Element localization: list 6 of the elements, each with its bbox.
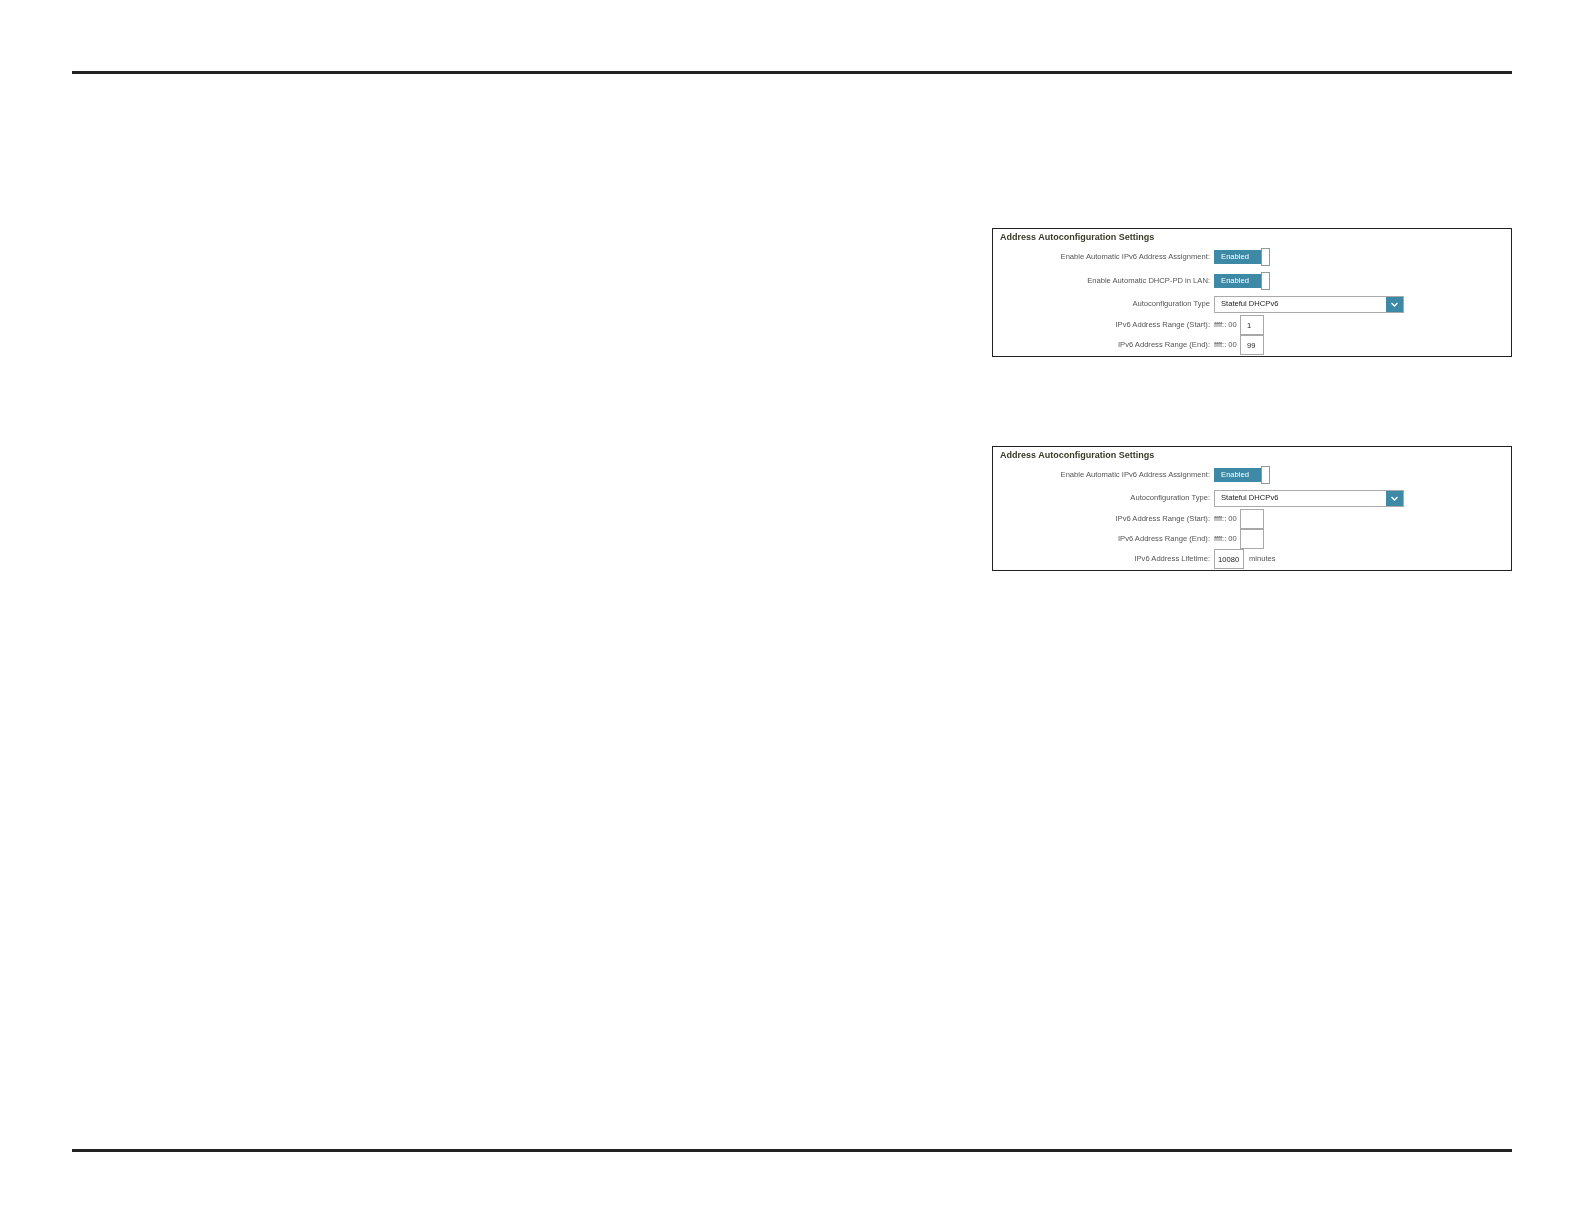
address-input[interactable] [1240,509,1264,529]
chevron-down-icon [1386,296,1403,312]
panel-title: Address Autoconfiguration Settings [999,449,1156,462]
chevron-down-icon [1386,490,1403,506]
address-input[interactable] [1240,529,1264,549]
panel-title: Address Autoconfiguration Settings [999,231,1156,244]
